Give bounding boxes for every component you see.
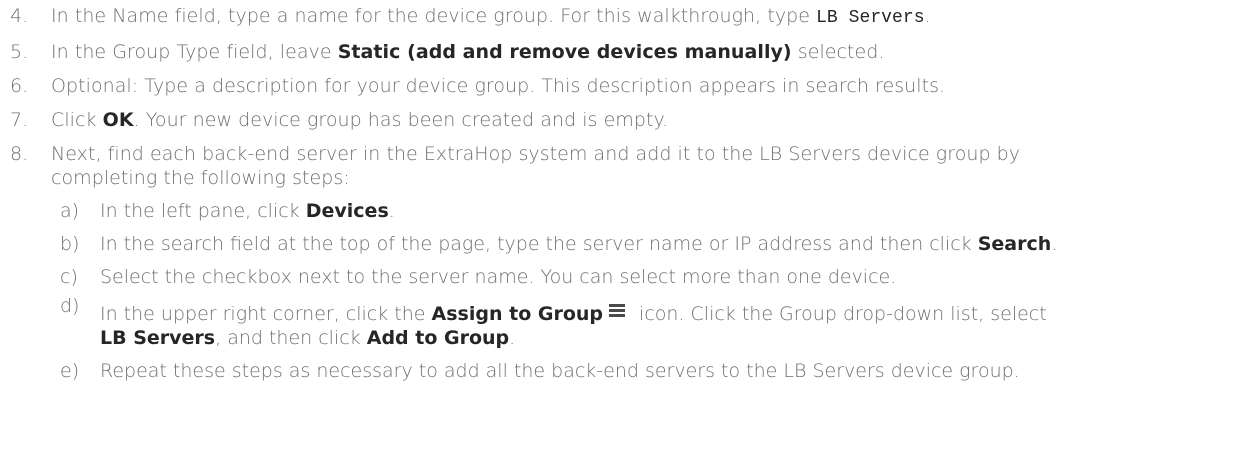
step-number: 4. [10, 5, 29, 27]
substep-d: d) In the upper right corner, click the … [0, 295, 1255, 350]
step-text: In the Group Type field, leave [51, 41, 338, 63]
step-8: 8. Next, find each back-end server in th… [0, 142, 1255, 190]
step-number: 8. [10, 143, 29, 165]
bold-text: Add to Group [366, 327, 510, 349]
substep-a: a) In the left pane, click Devices. [0, 199, 1255, 223]
step-text: Click [51, 109, 103, 131]
step-5: 5. In the Group Type field, leave Static… [0, 40, 1255, 64]
step-text: selected. [791, 41, 885, 63]
substep-text: . [509, 327, 516, 349]
step-number: 7. [10, 109, 29, 131]
substep-line: In the upper right corner, click the Ass… [100, 298, 1255, 326]
bold-text: Search [977, 233, 1052, 255]
step-text-line: Next, find each back-end server in the E… [51, 143, 1021, 165]
step-text: Optional: Type a description for your de… [51, 75, 946, 97]
bold-text: Assign to Group [431, 303, 604, 325]
step-text: In the Name field, type a name for the d… [51, 5, 817, 27]
list-icon [609, 304, 626, 317]
step-number: 5. [10, 41, 29, 63]
code-text: LB Servers [816, 8, 925, 28]
substep-text: , and then click [215, 327, 367, 349]
substep-e: e) Repeat these steps as necessary to ad… [0, 359, 1255, 383]
substep-text: . [1051, 233, 1058, 255]
substep-text: Repeat these steps as necessary to add a… [100, 360, 1020, 382]
bold-text: Devices [305, 200, 389, 222]
substep-letter: c) [60, 266, 78, 288]
substep-c: c) Select the checkbox next to the serve… [0, 265, 1255, 289]
step-text-line: completing the following steps: [51, 167, 350, 189]
bold-text: OK [102, 109, 134, 131]
bold-text: LB Servers [100, 327, 216, 349]
step-number: 6. [10, 75, 29, 97]
substep-letter: a) [60, 200, 80, 222]
substep-letter: e) [60, 360, 80, 382]
substep-text: . [388, 200, 395, 222]
substep-text: In the left pane, click [100, 200, 306, 222]
substep-text: In the search field at the top of the pa… [100, 233, 978, 255]
step-4: 4. In the Name field, type a name for th… [0, 4, 1255, 30]
step-7: 7. Click OK. Your new device group has b… [0, 108, 1255, 132]
substep-letter: d) [60, 295, 80, 317]
bold-text: Static (add and remove devices manually) [337, 41, 792, 63]
step-text: . [924, 5, 931, 27]
substep-text: Select the checkbox next to the server n… [100, 266, 897, 288]
substep-letter: b) [60, 233, 80, 255]
instruction-document: 4. In the Name field, type a name for th… [0, 0, 1255, 453]
step-6: 6. Optional: Type a description for your… [0, 74, 1255, 98]
substep-line: LB Servers, and then click Add to Group. [100, 326, 1255, 350]
step-text: . Your new device group has been created… [133, 109, 669, 131]
substep-b: b) In the search field at the top of the… [0, 232, 1255, 256]
substep-text: In the upper right corner, click the [100, 303, 432, 325]
substep-text: icon. Click the Group drop-down list, se… [633, 303, 1047, 325]
